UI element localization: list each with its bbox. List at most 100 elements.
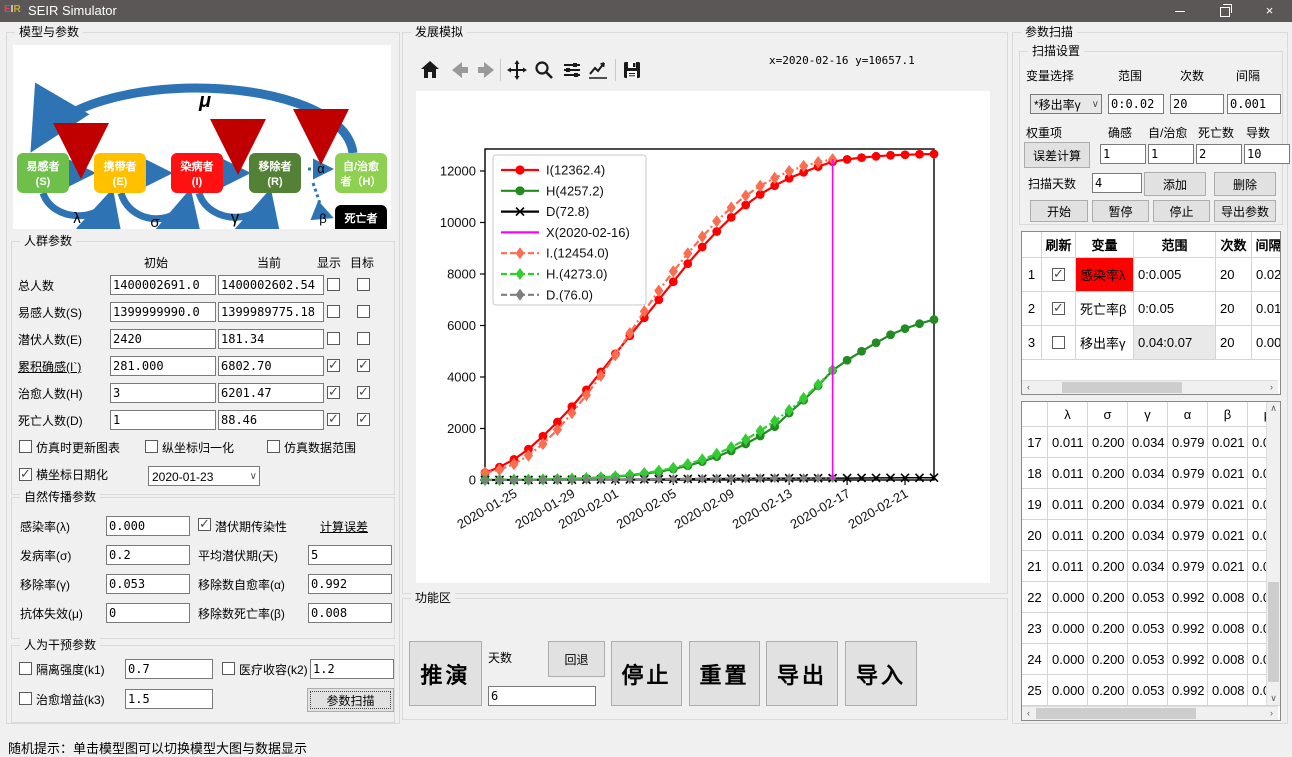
scan-variables-table[interactable]: 刷新变量范围次数间隔1感染率λ0:0.005200.0202死亡率β0:0.05… bbox=[1021, 231, 1281, 395]
delete-button[interactable]: 删除 bbox=[1214, 172, 1276, 196]
weight-deaths-input[interactable] bbox=[1196, 144, 1242, 164]
results-row[interactable]: 230.0000.2000.0530.9920.0080.0 bbox=[1022, 613, 1280, 644]
option-checkbox[interactable] bbox=[267, 440, 280, 453]
seir-model-diagram[interactable]: 易感者(S)携带者(E)染病者(I)移除者(R)自/治愈者（H）死亡者(D)μk… bbox=[13, 45, 391, 229]
start-date-select[interactable]: 2020-01-23∨ bbox=[148, 466, 260, 486]
mu-input[interactable] bbox=[106, 603, 190, 623]
days-input[interactable] bbox=[488, 686, 596, 706]
scroll-right-arrow[interactable]: › bbox=[1265, 707, 1278, 720]
minimize-button[interactable] bbox=[1157, 0, 1202, 22]
weight-cured-input[interactable] bbox=[1148, 144, 1194, 164]
refresh-checkbox[interactable] bbox=[1052, 268, 1065, 281]
pan-icon[interactable] bbox=[506, 59, 528, 81]
show-checkbox[interactable] bbox=[327, 332, 340, 345]
scan-days-input[interactable] bbox=[1092, 173, 1142, 193]
initial-value-input[interactable] bbox=[110, 356, 216, 376]
target-checkbox[interactable] bbox=[357, 386, 370, 399]
results-hscrollbar[interactable]: ‹ › bbox=[1022, 706, 1278, 720]
sigma-input[interactable] bbox=[106, 545, 190, 565]
show-checkbox[interactable] bbox=[327, 278, 340, 291]
population-row-label[interactable]: 累积确感(I`) bbox=[18, 360, 81, 375]
x-axis-date-checkbox[interactable] bbox=[19, 468, 32, 481]
results-row[interactable]: 220.0000.2000.0530.9920.0080.0 bbox=[1022, 582, 1280, 613]
target-checkbox[interactable] bbox=[357, 413, 370, 426]
scan-start-button[interactable]: 开始 bbox=[1030, 200, 1088, 222]
current-value-input[interactable] bbox=[218, 410, 324, 430]
initial-value-input[interactable] bbox=[110, 383, 216, 403]
import-button[interactable]: 导入 bbox=[845, 641, 917, 706]
target-checkbox[interactable] bbox=[357, 305, 370, 318]
option-checkbox[interactable] bbox=[19, 440, 32, 453]
error-calc-button[interactable]: 误差计算 bbox=[1024, 142, 1090, 168]
k1-input[interactable] bbox=[125, 659, 213, 679]
reset-button[interactable]: 重置 bbox=[689, 641, 760, 706]
current-value-input[interactable] bbox=[218, 329, 324, 349]
seir-chart[interactable]: 0200040006000800010000120002020-01-25202… bbox=[416, 91, 990, 583]
current-value-input[interactable] bbox=[218, 302, 324, 322]
zoom-icon[interactable] bbox=[533, 59, 555, 81]
alpha-input[interactable] bbox=[308, 574, 392, 594]
weight-derivative-input[interactable] bbox=[1244, 144, 1290, 164]
scan-interval-input[interactable] bbox=[1227, 94, 1281, 114]
scan-stop-button[interactable]: 停止 bbox=[1153, 200, 1210, 222]
current-value-input[interactable] bbox=[218, 356, 324, 376]
scan-results-table[interactable]: λσγαβμ170.0110.2000.0340.9790.0210.0180.… bbox=[1021, 401, 1281, 721]
results-row[interactable]: 240.0000.2000.0530.9920.0080.0 bbox=[1022, 644, 1280, 675]
scan-variable-row[interactable]: 3移出率γ0.04:0.07200.001 bbox=[1022, 326, 1280, 360]
k3-checkbox[interactable] bbox=[19, 692, 32, 705]
weight-confirmed-input[interactable] bbox=[1100, 144, 1146, 164]
export-button[interactable]: 导出 bbox=[766, 641, 838, 706]
initial-value-input[interactable] bbox=[110, 410, 216, 430]
target-checkbox[interactable] bbox=[357, 359, 370, 372]
show-checkbox[interactable] bbox=[327, 305, 340, 318]
incubation-infectious-checkbox[interactable] bbox=[198, 518, 211, 531]
k1-checkbox[interactable] bbox=[19, 662, 32, 675]
calc-error-link[interactable]: 计算误差 bbox=[320, 520, 368, 535]
scroll-left-arrow[interactable]: ‹ bbox=[1022, 381, 1035, 394]
results-row[interactable]: 180.0110.2000.0340.9790.0210.0 bbox=[1022, 458, 1280, 489]
k3-input[interactable] bbox=[125, 689, 213, 709]
param-scan-button[interactable]: 参数扫描 bbox=[307, 688, 394, 712]
chart-canvas[interactable]: 0200040006000800010000120002020-01-25202… bbox=[416, 91, 990, 583]
back-icon[interactable] bbox=[449, 59, 471, 81]
scan-table-hscrollbar[interactable]: ‹ › bbox=[1022, 380, 1278, 394]
home-icon[interactable] bbox=[419, 59, 441, 81]
simulate-button[interactable]: 推演 bbox=[409, 641, 482, 706]
refresh-checkbox[interactable] bbox=[1052, 336, 1065, 349]
scroll-down-arrow[interactable]: ∨ bbox=[1267, 692, 1280, 705]
lambda-input[interactable] bbox=[106, 516, 190, 536]
target-checkbox[interactable] bbox=[357, 332, 370, 345]
scan-variable-select[interactable]: *移出率γ∨ bbox=[1030, 94, 1102, 114]
results-row[interactable]: 170.0110.2000.0340.9790.0210.0 bbox=[1022, 427, 1280, 458]
results-vscrollbar[interactable]: ∧ ∨ bbox=[1266, 402, 1280, 705]
stop-button[interactable]: 停止 bbox=[611, 641, 682, 706]
current-value-input[interactable] bbox=[218, 383, 324, 403]
initial-value-input[interactable] bbox=[110, 302, 216, 322]
refresh-checkbox[interactable] bbox=[1052, 302, 1065, 315]
add-button[interactable]: 添加 bbox=[1144, 172, 1206, 196]
results-row[interactable]: 250.0000.2000.0530.9920.0080.0 bbox=[1022, 675, 1280, 706]
scroll-right-arrow[interactable]: › bbox=[1265, 381, 1278, 394]
scan-range-input[interactable] bbox=[1108, 94, 1164, 114]
scan-pause-button[interactable]: 暂停 bbox=[1092, 200, 1149, 222]
results-row[interactable]: 210.0110.2000.0340.9790.0210.0 bbox=[1022, 551, 1280, 582]
configure-subplots-icon[interactable] bbox=[561, 59, 583, 81]
show-checkbox[interactable] bbox=[327, 386, 340, 399]
scroll-up-arrow[interactable]: ∧ bbox=[1267, 402, 1280, 415]
current-value-input[interactable] bbox=[218, 275, 324, 295]
beta-input[interactable] bbox=[308, 603, 392, 623]
initial-value-input[interactable] bbox=[110, 275, 216, 295]
incubation-days-input[interactable] bbox=[308, 545, 392, 565]
close-button[interactable]: × bbox=[1247, 0, 1292, 22]
target-checkbox[interactable] bbox=[357, 278, 370, 291]
edit-axes-icon[interactable] bbox=[587, 59, 609, 81]
gamma-input[interactable] bbox=[106, 574, 190, 594]
export-params-button[interactable]: 导出参数 bbox=[1214, 200, 1276, 222]
show-checkbox[interactable] bbox=[327, 413, 340, 426]
restore-button[interactable] bbox=[1202, 0, 1247, 22]
scan-variable-row[interactable]: 2死亡率β0:0.05200.010 bbox=[1022, 292, 1280, 326]
k2-checkbox[interactable] bbox=[222, 662, 235, 675]
forward-icon[interactable] bbox=[475, 59, 497, 81]
option-checkbox[interactable] bbox=[145, 440, 158, 453]
rollback-button[interactable]: 回退 bbox=[548, 641, 605, 677]
